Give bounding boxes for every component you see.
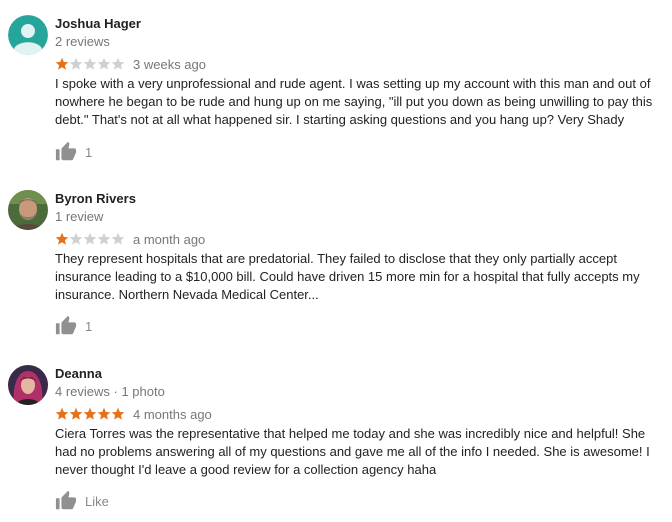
review-date: 4 months ago (133, 406, 212, 422)
like-button[interactable]: 1 (55, 141, 92, 163)
rating-row: 4 months ago (55, 406, 212, 422)
star-empty-icon (83, 57, 97, 70)
star-filled-icon (55, 232, 69, 245)
review-date: 3 weeks ago (133, 56, 206, 72)
rating-row: 3 weeks ago (55, 56, 206, 72)
thumbs-up-icon (55, 141, 77, 163)
star-empty-icon (97, 57, 111, 70)
like-count: 1 (85, 144, 93, 160)
star-empty-icon (69, 57, 83, 70)
star-empty-icon (83, 232, 97, 245)
thumbs-up-icon (55, 490, 77, 512)
reviewer-name[interactable]: Deanna (55, 366, 102, 381)
star-rating (55, 407, 125, 421)
review-text: Ciera Torres was the representative that… (55, 426, 650, 477)
star-rating (55, 57, 125, 71)
review-date: a month ago (133, 231, 206, 247)
reviewer-avatar[interactable] (8, 365, 48, 405)
star-filled-icon (55, 57, 69, 70)
like-label: Like (85, 493, 109, 509)
thumbs-up-icon (55, 315, 77, 337)
review-text: They represent hospitals that are predat… (55, 251, 640, 302)
star-rating (55, 232, 125, 246)
star-filled-icon (55, 407, 69, 420)
reviewer-review-count[interactable]: 1 review (55, 209, 103, 224)
like-button[interactable]: 1 (55, 315, 92, 337)
star-empty-icon (69, 232, 83, 245)
reviewer-name[interactable]: Joshua Hager (55, 16, 141, 31)
star-filled-icon (69, 407, 83, 420)
review-text: I spoke with a very unprofessional and r… (55, 76, 653, 127)
reviewer-name[interactable]: Byron Rivers (55, 191, 136, 206)
star-empty-icon (97, 232, 111, 245)
star-filled-icon (83, 407, 97, 420)
reviewer-review-count[interactable]: 4 reviews · 1 photo (55, 384, 165, 399)
like-button[interactable]: Like (55, 490, 109, 512)
reviewer-avatar[interactable] (8, 15, 48, 55)
reviewer-avatar[interactable] (8, 190, 48, 230)
star-empty-icon (111, 232, 125, 245)
reviewer-review-count[interactable]: 2 reviews (55, 34, 110, 49)
star-filled-icon (97, 407, 111, 420)
like-count: 1 (85, 318, 93, 334)
rating-row: a month ago (55, 231, 205, 247)
star-filled-icon (111, 407, 125, 420)
star-empty-icon (111, 57, 125, 70)
